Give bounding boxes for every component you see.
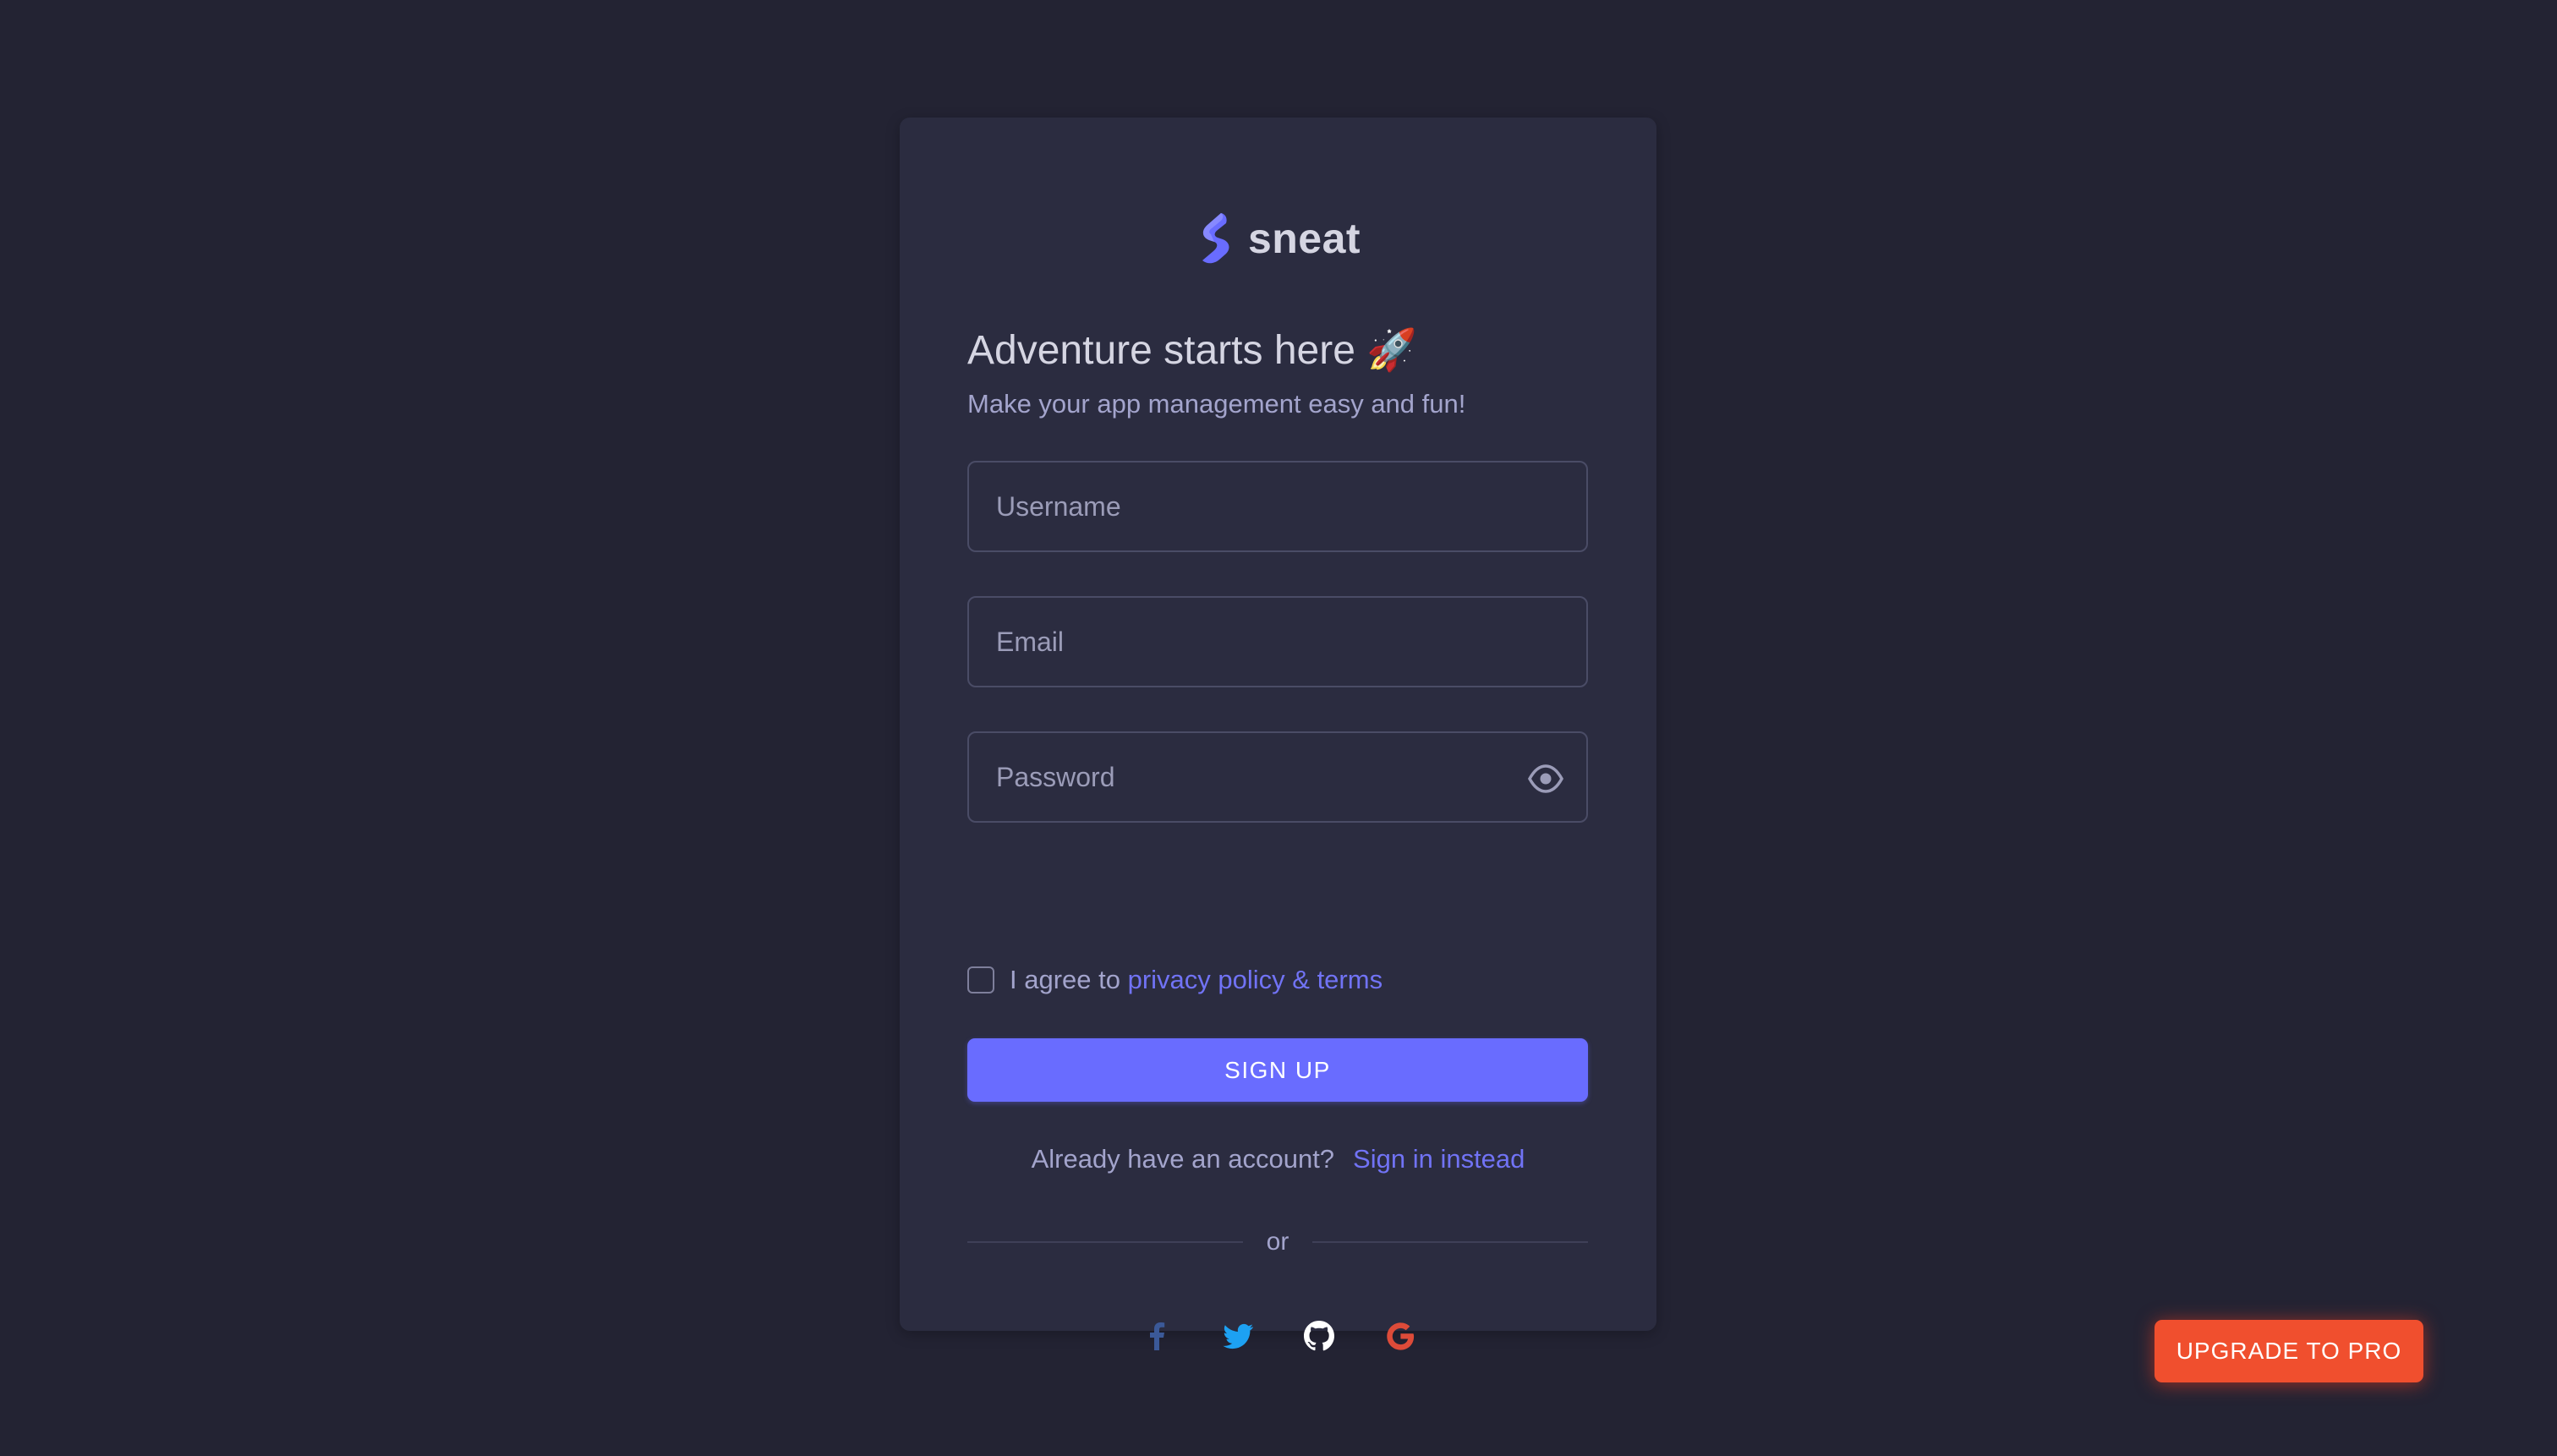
facebook-icon xyxy=(1149,1322,1164,1350)
twitter-login-button[interactable] xyxy=(1220,1318,1256,1354)
username-field-box xyxy=(967,461,1588,552)
username-input[interactable] xyxy=(969,463,1586,550)
brand: sneat xyxy=(900,209,1656,268)
divider-line-left xyxy=(967,1241,1243,1243)
signup-card: sneat Adventure starts here 🚀 Make your … xyxy=(900,118,1656,1351)
terms-label: I agree to privacy policy & terms xyxy=(1010,965,1383,995)
signin-prompt-text: Already have an account? xyxy=(1031,1144,1335,1174)
terms-text: I agree to xyxy=(1010,965,1120,994)
email-input[interactable] xyxy=(969,598,1586,686)
or-divider: or xyxy=(967,1225,1588,1259)
facebook-login-button[interactable] xyxy=(1139,1318,1174,1354)
eye-icon[interactable] xyxy=(1527,762,1564,796)
brand-name: sneat xyxy=(1247,215,1361,262)
terms-checkbox[interactable] xyxy=(967,966,994,993)
divider-text: or xyxy=(1266,1228,1289,1256)
sign-up-button[interactable]: SIGN UP xyxy=(967,1038,1588,1102)
social-login xyxy=(900,1318,1656,1354)
twitter-icon xyxy=(1222,1323,1253,1349)
divider-line-right xyxy=(1312,1241,1588,1243)
github-icon xyxy=(1303,1321,1334,1351)
sign-in-link[interactable]: Sign in instead xyxy=(1353,1144,1525,1174)
page-subtitle: Make your app management easy and fun! xyxy=(967,389,1466,419)
terms-agreement: I agree to privacy policy & terms xyxy=(967,963,1383,997)
password-input[interactable] xyxy=(969,733,1586,821)
google-icon xyxy=(1386,1322,1414,1350)
email-field-box xyxy=(967,596,1588,687)
github-login-button[interactable] xyxy=(1301,1318,1337,1354)
page-title: Adventure starts here 🚀 xyxy=(967,328,1418,373)
privacy-policy-link[interactable]: privacy policy & terms xyxy=(1128,965,1383,994)
password-field-box xyxy=(967,731,1588,823)
sneat-logo-icon xyxy=(1202,213,1229,264)
signin-prompt: Already have an account? Sign in instead xyxy=(900,1144,1656,1174)
upgrade-to-pro-button[interactable]: UPGRADE TO PRO xyxy=(2155,1320,2423,1382)
google-login-button[interactable] xyxy=(1383,1318,1418,1354)
